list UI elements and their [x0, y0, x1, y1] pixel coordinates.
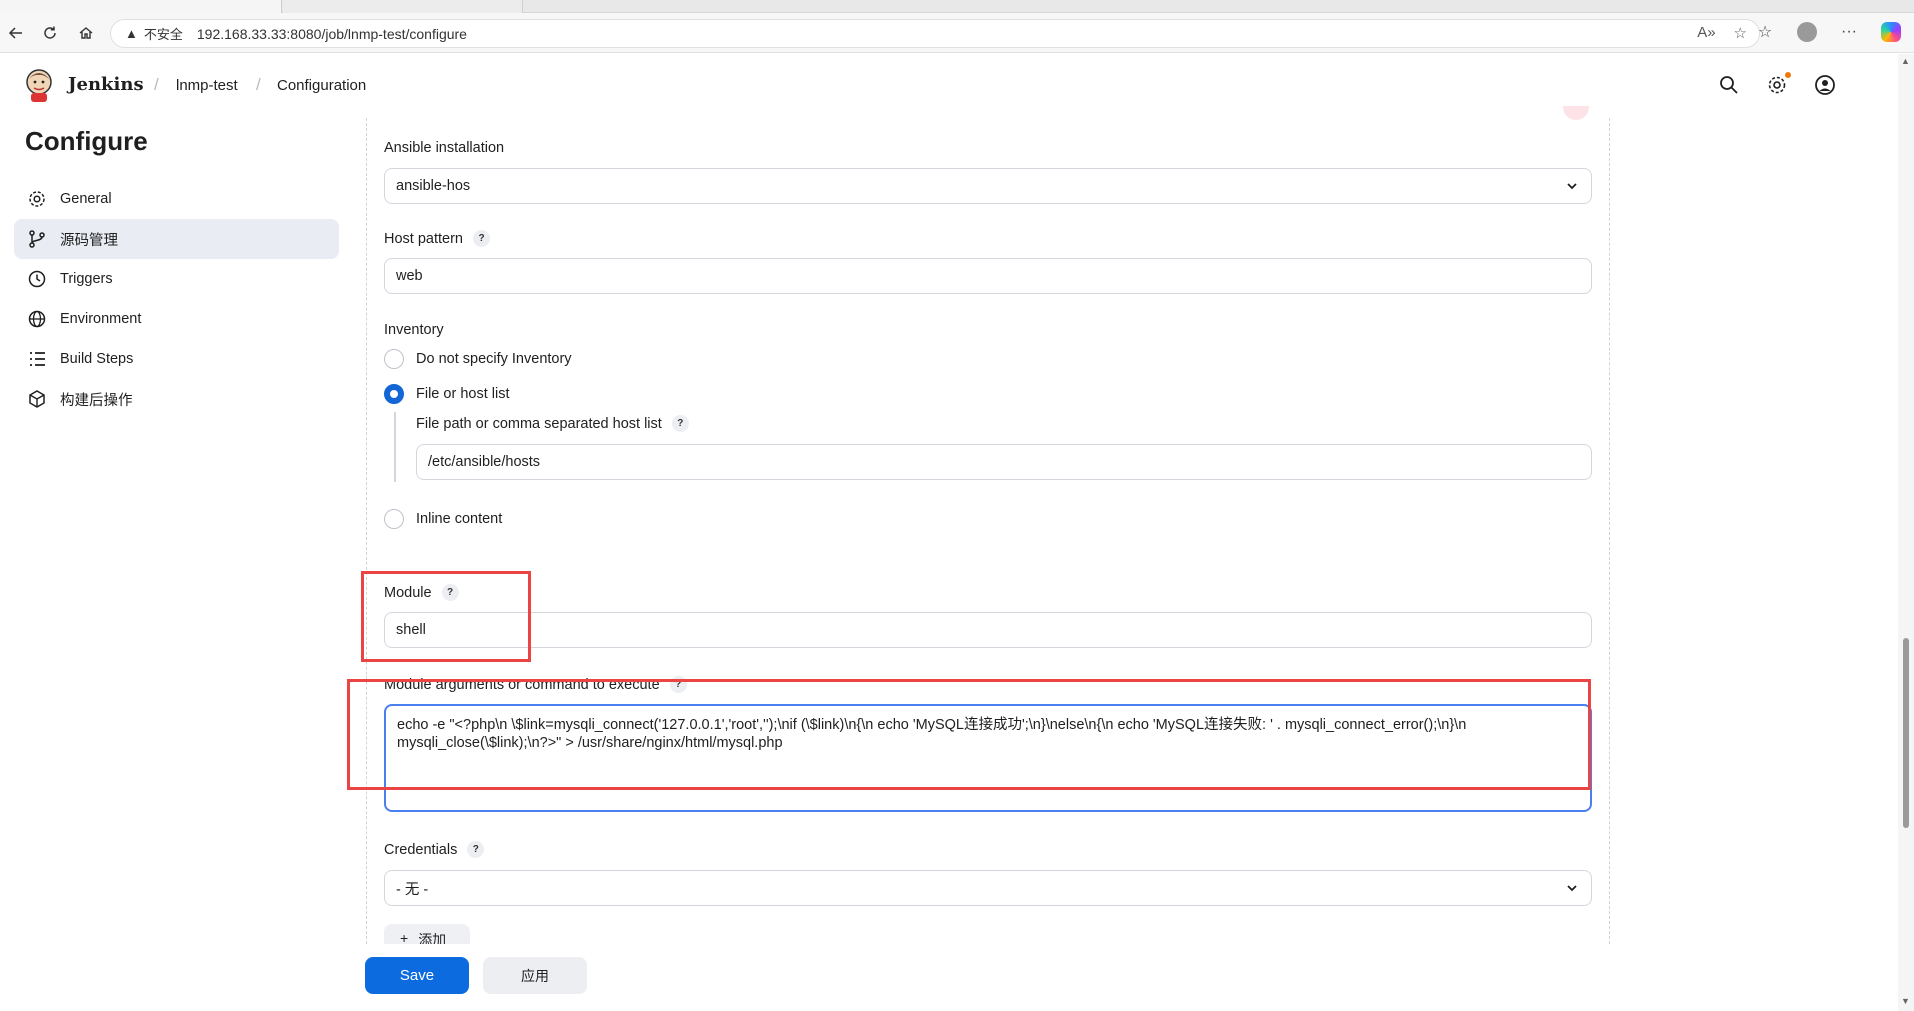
notification-dot — [1785, 72, 1791, 78]
page-title: Configure — [25, 126, 148, 156]
sidebar-item-post-build[interactable]: 构建后操作 — [14, 379, 339, 419]
address-bar[interactable]: ▲ 不安全 192.168.33.33:8080/job/lnmp-test/c… — [110, 19, 1760, 48]
gear-icon — [26, 188, 48, 210]
home-icon[interactable] — [72, 19, 100, 47]
radio-circle[interactable] — [384, 509, 404, 529]
more-icon[interactable]: ··· — [1836, 19, 1862, 45]
module-input[interactable]: shell — [384, 612, 1592, 648]
file-path-label: File path or comma separated host list ? — [416, 415, 689, 432]
user-account-icon[interactable] — [1814, 74, 1838, 98]
sidebar-item-label: Build Steps — [60, 351, 134, 367]
jenkins-header: Jenkins / lnmp-test / Configuration — [0, 54, 1896, 118]
radio-circle[interactable] — [384, 349, 404, 369]
profile-icon[interactable] — [1794, 19, 1820, 45]
favorite-star-icon[interactable]: ☆ — [1734, 24, 1747, 42]
help-icon[interactable]: ? — [467, 841, 485, 858]
module-label: Module ? — [384, 584, 459, 601]
jenkins-logo-icon[interactable] — [24, 68, 54, 102]
breadcrumb-job[interactable]: lnmp-test — [176, 77, 238, 94]
scrollbar-thumb[interactable] — [1903, 638, 1909, 828]
favorites-icon[interactable]: ☆ — [1752, 19, 1778, 45]
warning-icon: ▲ — [125, 26, 138, 41]
chevron-down-icon — [1567, 183, 1577, 190]
browser-tab-strip — [0, 0, 1914, 13]
source-branch-icon — [26, 228, 48, 250]
sidebar-item-label: 构建后操作 — [60, 392, 133, 409]
sidebar-item-general[interactable]: General — [14, 179, 339, 219]
breadcrumb-configuration[interactable]: Configuration — [277, 77, 366, 94]
save-button[interactable]: Save — [365, 957, 469, 994]
ansible-installation-label: Ansible installation — [384, 140, 505, 156]
help-icon[interactable]: ? — [473, 230, 490, 247]
sidebar-item-label: Triggers — [60, 271, 113, 287]
file-path-input[interactable]: /etc/ansible/hosts — [416, 444, 1592, 480]
sidebar-item-triggers[interactable]: Triggers — [14, 259, 339, 299]
browser-tab[interactable] — [283, 0, 523, 13]
manage-gear-icon[interactable] — [1766, 72, 1791, 98]
browser-tab-active[interactable] — [0, 0, 282, 13]
radio-inline-content[interactable]: Inline content — [384, 509, 502, 529]
sidebar-item-source-control[interactable]: 源码管理 — [14, 219, 339, 259]
sidebar-item-environment[interactable]: Environment — [14, 299, 339, 339]
sidebar-item-build-steps[interactable]: Build Steps — [14, 339, 339, 379]
insecure-label: 不安全 — [143, 27, 183, 42]
chevron-down-icon — [1567, 885, 1577, 892]
back-icon[interactable] — [2, 19, 30, 47]
copilot-icon[interactable] — [1878, 19, 1904, 45]
scroll-up-icon[interactable]: ▲ — [1901, 56, 1910, 66]
browser-toolbar: ▲ 不安全 192.168.33.33:8080/job/lnmp-test/c… — [0, 13, 1914, 53]
url-text: 192.168.33.33:8080/job/lnmp-test/configu… — [196, 25, 467, 42]
package-icon — [26, 388, 48, 410]
nested-group-bar — [394, 412, 396, 482]
sidebar-item-label: General — [60, 191, 112, 207]
help-icon[interactable]: ? — [669, 676, 687, 693]
configuration-form: Ansible installation ansible-hos Host pa… — [366, 118, 1610, 954]
form-action-bar: Save 应用 — [340, 944, 1620, 1011]
sidebar-item-label: 源码管理 — [60, 232, 118, 249]
search-icon[interactable] — [1718, 74, 1742, 98]
host-pattern-label: Host pattern ? — [384, 230, 490, 247]
sidebar-item-label: Environment — [60, 311, 142, 327]
help-icon[interactable]: ? — [441, 584, 459, 601]
refresh-icon[interactable] — [36, 19, 64, 47]
help-icon[interactable]: ? — [671, 415, 689, 432]
radio-file-or-host-list[interactable]: File or host list — [384, 384, 509, 404]
radio-no-inventory[interactable]: Do not specify Inventory — [384, 349, 572, 369]
page-scrollbar[interactable]: ▲ ▼ — [1898, 54, 1914, 1011]
ansible-installation-select[interactable]: ansible-hos — [384, 168, 1592, 204]
host-pattern-input[interactable]: web — [384, 258, 1592, 294]
credentials-select[interactable]: - 无 - — [384, 870, 1592, 906]
credentials-label: Credentials ? — [384, 841, 485, 858]
list-icon — [26, 348, 48, 370]
clock-icon — [26, 268, 48, 290]
apply-button[interactable]: 应用 — [483, 957, 587, 994]
sidebar: General 源码管理 Triggers Environment Build … — [14, 179, 339, 419]
radio-circle-selected[interactable] — [384, 384, 404, 404]
module-args-label: Module arguments or command to execute ? — [384, 676, 687, 693]
globe-icon — [26, 308, 48, 330]
scroll-down-icon[interactable]: ▼ — [1901, 996, 1910, 1006]
read-aloud-icon[interactable]: A» — [1697, 24, 1715, 42]
brand-name[interactable]: Jenkins — [68, 74, 144, 95]
inventory-label: Inventory — [384, 322, 444, 338]
module-args-textarea[interactable]: echo -e "<?php\n \$link=mysqli_connect('… — [384, 704, 1592, 812]
